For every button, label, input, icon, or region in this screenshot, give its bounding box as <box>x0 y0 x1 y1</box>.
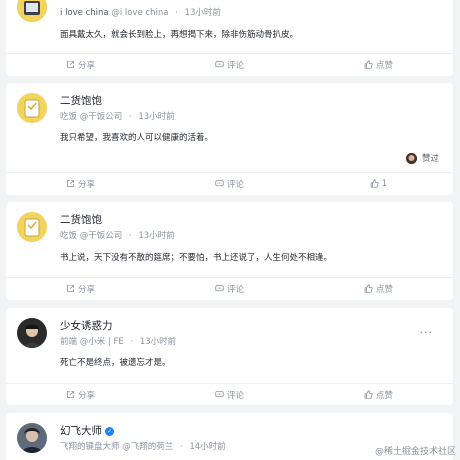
post-time: 13小时前 <box>138 112 175 122</box>
post-card: i love china @i love china · 13小时前 面具戴太久… <box>6 0 453 76</box>
liker-avatar <box>405 152 417 164</box>
like-label: 点赞 <box>375 284 393 295</box>
watermark: @稀土掘金技术社区 <box>374 447 456 457</box>
author-name[interactable]: 二货饱饱 <box>60 93 102 108</box>
verified-badge-icon: ✓ <box>105 427 114 436</box>
share-icon <box>66 60 75 69</box>
share-icon <box>66 179 75 188</box>
separator-dot: · <box>179 442 183 452</box>
avatar[interactable] <box>17 93 47 123</box>
like-icon <box>364 60 373 69</box>
author-name[interactable]: 二货饱饱 <box>60 212 102 227</box>
author-meta: i love china @i love china · 13小时前 <box>60 6 221 18</box>
author-handle: @i love china <box>111 8 169 18</box>
share-button[interactable]: 分享 <box>6 283 155 295</box>
action-bar: 分享 评论 点赞 <box>6 277 453 299</box>
more-options-button[interactable]: ··· <box>420 326 434 339</box>
like-icon <box>370 179 379 188</box>
avatar[interactable] <box>17 423 47 453</box>
author-role: 飞翔的键盘大师 @飞翔的荷兰 <box>60 442 174 452</box>
comment-icon <box>215 284 224 293</box>
author-name[interactable]: i love china <box>60 8 109 18</box>
like-button[interactable]: 点赞 <box>304 283 453 295</box>
post-card: 二货饱饱 吃饭 @干饭公司 · 13小时前 我只希望，我喜欢的人可以健康的活着。… <box>6 83 453 195</box>
liked-by[interactable]: 赞过 <box>405 152 439 164</box>
author-name[interactable]: 少女诱惑力 <box>60 318 113 333</box>
share-label: 分享 <box>77 284 95 295</box>
author-role: 吃饭 @干饭公司 <box>60 112 123 122</box>
like-button[interactable]: 点赞 <box>304 59 453 71</box>
author-role: 吃饭 @干饭公司 <box>60 231 123 241</box>
like-label: 点赞 <box>375 60 393 71</box>
post-time: 14小时前 <box>189 442 226 452</box>
separator-dot: · <box>130 337 134 347</box>
author-meta: 飞翔的键盘大师 @飞翔的荷兰 · 14小时前 <box>60 440 226 452</box>
comment-button[interactable]: 评论 <box>155 389 304 401</box>
share-button[interactable]: 分享 <box>6 389 155 401</box>
liked-label: 赞过 <box>421 154 439 164</box>
share-label: 分享 <box>77 390 95 401</box>
like-button[interactable]: 1 <box>304 179 453 189</box>
share-icon <box>66 390 75 399</box>
comment-button[interactable]: 评论 <box>155 178 304 190</box>
comment-icon <box>215 179 224 188</box>
author-meta: 吃饭 @干饭公司 · 13小时前 <box>60 229 175 241</box>
comment-button[interactable]: 评论 <box>155 59 304 71</box>
separator-dot: · <box>128 112 132 122</box>
comment-label: 评论 <box>226 179 244 190</box>
post-content[interactable]: 死亡不是终点，被遗忘才是。 <box>60 356 171 368</box>
comment-icon <box>215 60 224 69</box>
separator-dot: · <box>175 8 178 18</box>
avatar[interactable] <box>17 318 47 348</box>
comment-label: 评论 <box>226 284 244 295</box>
author-name[interactable]: 幻飞大师 <box>60 425 102 437</box>
like-icon <box>364 284 373 293</box>
comment-label: 评论 <box>226 60 244 71</box>
share-button[interactable]: 分享 <box>6 59 155 71</box>
post-card: 少女诱惑力 前端 @小米 | FE · 13小时前 ··· 死亡不是终点，被遗忘… <box>6 308 453 405</box>
post-content[interactable]: 我只希望，我喜欢的人可以健康的活着。 <box>60 131 213 143</box>
comment-label: 评论 <box>226 390 244 401</box>
share-button[interactable]: 分享 <box>6 178 155 190</box>
post-card: 二货饱饱 吃饭 @干饭公司 · 13小时前 书上说，天下没有不散的筵席；不要怕，… <box>6 202 453 300</box>
like-icon <box>364 390 373 399</box>
comment-icon <box>215 390 224 399</box>
share-icon <box>66 284 75 293</box>
share-label: 分享 <box>77 60 95 71</box>
author-name-row: 幻飞大师 ✓ <box>60 423 114 438</box>
post-time: 13小时前 <box>138 231 175 241</box>
like-button[interactable]: 点赞 <box>304 389 453 401</box>
post-content[interactable]: 面具戴太久，就会长到脸上，再想揭下来，除非伤筋动骨扒皮。 <box>60 28 298 40</box>
post-content[interactable]: 书上说，天下没有不散的筵席；不要怕，书上还说了，人生何处不相逢。 <box>60 251 332 263</box>
like-label: 点赞 <box>375 390 393 401</box>
avatar[interactable] <box>17 0 47 22</box>
post-time: 13小时前 <box>139 337 177 347</box>
separator-dot: · <box>128 231 132 241</box>
comment-button[interactable]: 评论 <box>155 283 304 295</box>
author-role: 前端 @小米 | FE <box>60 337 124 347</box>
action-bar: 分享 评论 点赞 <box>6 53 453 75</box>
share-label: 分享 <box>77 179 95 190</box>
author-meta: 前端 @小米 | FE · 13小时前 <box>60 335 176 347</box>
avatar[interactable] <box>17 212 47 242</box>
post-time: 13小时前 <box>184 8 221 18</box>
action-bar: 分享 评论 点赞 <box>6 383 453 405</box>
author-meta: 吃饭 @干饭公司 · 13小时前 <box>60 110 175 122</box>
like-count: 1 <box>381 178 388 189</box>
action-bar: 分享 评论 1 <box>6 172 453 194</box>
